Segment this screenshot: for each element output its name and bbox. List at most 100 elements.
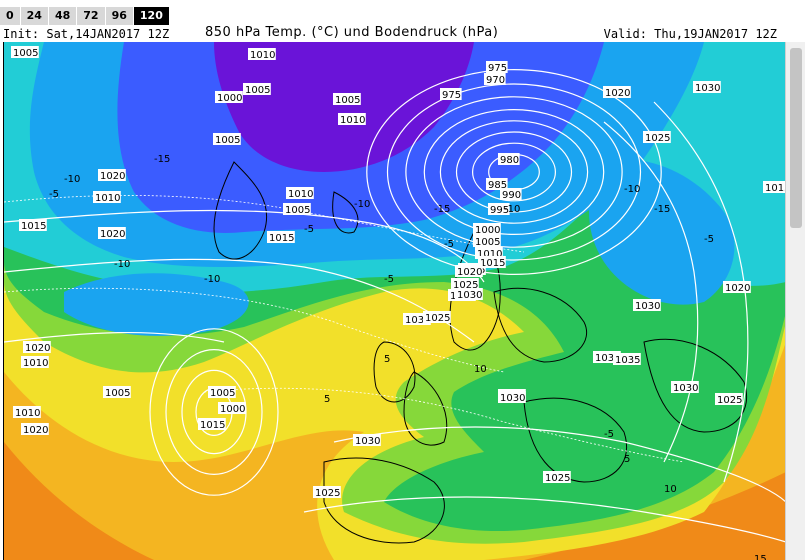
pressure-label-text: 1025: [425, 313, 450, 324]
pressure-label-text: 1000: [220, 404, 245, 415]
pressure-label: 1005: [103, 386, 131, 399]
pressure-label: 1005: [213, 133, 241, 146]
pressure-label: 1030: [693, 81, 721, 94]
temperature-label: -10: [354, 199, 370, 210]
temperature-label: -5: [49, 189, 59, 200]
pressure-label-text: 1015: [269, 233, 294, 244]
pressure-label: 1005: [473, 235, 501, 248]
temperature-label: 5: [624, 454, 630, 465]
temperature-label: -5: [704, 234, 714, 245]
pressure-label-text: 1020: [100, 229, 125, 240]
pressure-label-text: 1010: [250, 50, 275, 61]
pressure-label: 970: [484, 73, 506, 86]
pressure-label-text: 990: [502, 190, 521, 201]
weather-map-svg: 1005 101010051000 100510051010102010101015…: [4, 42, 786, 560]
pressure-label-text: 1000: [475, 225, 500, 236]
pressure-label: 1000: [473, 223, 501, 236]
step-48-button[interactable]: 48: [48, 7, 78, 25]
temperature-label: -5: [384, 274, 394, 285]
temperature-label: -10: [114, 259, 130, 270]
top-bar: 0 24 48 72 96 120: [0, 0, 805, 26]
pressure-label-text: 1035: [615, 355, 640, 366]
temperature-label: -15: [434, 204, 450, 215]
temperature-label: 15: [754, 554, 767, 560]
pressure-label-text: 970: [486, 75, 505, 86]
pressure-label-text: 1015: [480, 258, 505, 269]
pressure-label: 1030: [353, 434, 381, 447]
pressure-label: 1025: [543, 471, 571, 484]
pressure-label: 1020: [98, 169, 126, 182]
pressure-label: 1020: [23, 341, 51, 354]
pressure-label: 990: [500, 188, 522, 201]
pressure-label-text: 975: [488, 63, 507, 74]
pressure-label-text: 1025: [717, 395, 742, 406]
pressure-label-text: 1010: [15, 408, 40, 419]
pressure-label: 1005: [243, 83, 271, 96]
pressure-label: 1010: [248, 48, 276, 61]
pressure-label: 1000: [218, 402, 246, 415]
pressure-label-text: 1015: [21, 221, 46, 232]
pressure-label-text: 1030: [355, 436, 380, 447]
pressure-label-text: 1030: [695, 83, 720, 94]
pressure-label-text: 1025: [315, 488, 340, 499]
pressure-label: 1015: [19, 219, 47, 232]
pressure-label: 1010: [286, 187, 314, 200]
pressure-label-text: 1005: [475, 237, 500, 248]
temperature-label: -15: [654, 204, 670, 215]
step-24-button[interactable]: 24: [20, 7, 49, 25]
vertical-scrollbar[interactable]: [785, 42, 805, 560]
pressure-label: 1010: [21, 356, 49, 369]
pressure-label-text: 1020: [25, 343, 50, 354]
pressure-label-text: 1005: [335, 95, 360, 106]
temperature-label: -5: [444, 239, 454, 250]
temperature-fields: [4, 42, 786, 560]
pressure-label: 1005: [283, 203, 311, 216]
pressure-label: 1030: [671, 381, 699, 394]
pressure-label: 1020: [723, 281, 751, 294]
pressure-label: 980: [498, 153, 520, 166]
pressure-label-text: 1020: [605, 88, 630, 99]
pressure-label-text: 1005: [215, 135, 240, 146]
pressure-label: 1025: [715, 393, 743, 406]
pressure-label-text: 1020: [100, 171, 125, 182]
pressure-label-text: 1005: [13, 48, 38, 59]
step-0-button[interactable]: 0: [0, 7, 21, 25]
pressure-label: 1030: [455, 288, 483, 301]
pressure-label-text: 1025: [545, 473, 570, 484]
pressure-label: 975: [440, 88, 462, 101]
pressure-label-text: 1025: [645, 133, 670, 144]
pressure-label-text: 1005: [245, 85, 270, 96]
pressure-label: 1010: [13, 406, 41, 419]
pressure-label: 975: [486, 61, 508, 74]
scrollbar-thumb[interactable]: [790, 48, 802, 228]
map-title: 850 hPa Temp. (°C) und Bodendruck (hPa): [205, 25, 499, 40]
pressure-label: 1025: [643, 131, 671, 144]
temperature-label: -10: [624, 184, 640, 195]
step-120-button[interactable]: 120: [133, 7, 170, 25]
pressure-label-text: 1020: [23, 425, 48, 436]
temperature-label: -5: [604, 429, 614, 440]
forecast-step-selector: 0 24 48 72 96 120: [0, 7, 170, 25]
pressure-label-text: 1005: [285, 205, 310, 216]
pressure-label: 1020: [98, 227, 126, 240]
temperature-label: -10: [504, 204, 520, 215]
pressure-label: 1030: [633, 299, 661, 312]
pressure-label-text: 980: [500, 155, 519, 166]
valid-time: Valid: Thu,19JAN2017 12Z: [603, 27, 777, 41]
pressure-label: 1015: [763, 181, 786, 194]
pressure-label: 1020: [21, 423, 49, 436]
pressure-label: 1025: [313, 486, 341, 499]
pressure-label: 1030: [498, 391, 526, 404]
pressure-label: 1000: [215, 91, 243, 104]
step-96-button[interactable]: 96: [105, 7, 134, 25]
pressure-label-text: 1015: [765, 183, 786, 194]
temperature-label: -10: [64, 174, 80, 185]
pressure-label-text: 1005: [210, 388, 235, 399]
temperature-label: 5: [384, 354, 390, 365]
pressure-label-text: 1010: [95, 193, 120, 204]
temperature-label: -10: [204, 274, 220, 285]
step-72-button[interactable]: 72: [77, 7, 106, 25]
pressure-label: 1020: [455, 265, 483, 278]
pressure-label: 1010: [93, 191, 121, 204]
temperature-label: -15: [154, 154, 170, 165]
